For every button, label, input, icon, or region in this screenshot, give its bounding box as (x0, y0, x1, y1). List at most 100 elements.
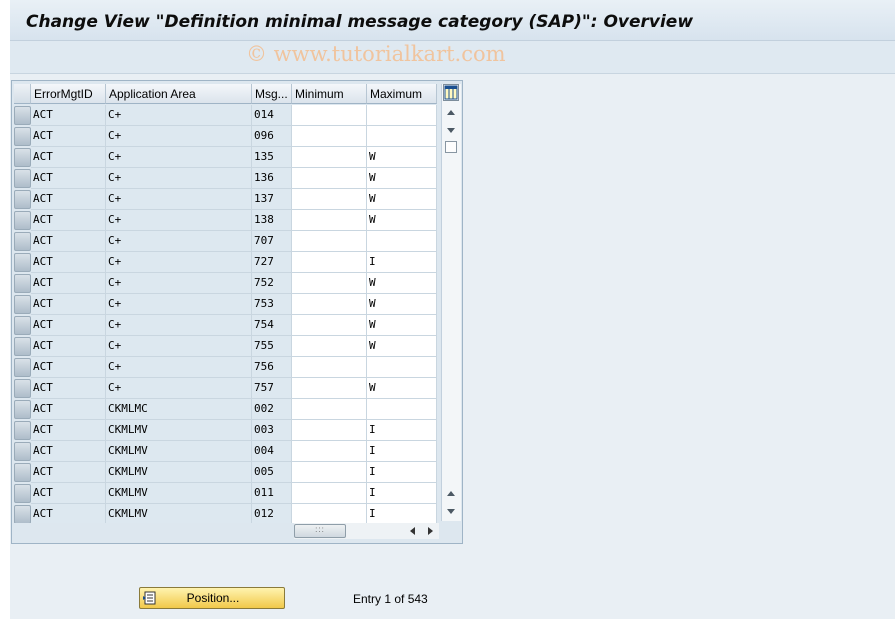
table-row: ACT C+ 138 W (14, 210, 437, 231)
cell-msg: 753 (252, 294, 292, 315)
column-header-minimum[interactable]: Minimum (292, 84, 367, 104)
cell-errormgtid: ACT (31, 357, 106, 378)
scroll-page-up-icon[interactable] (447, 110, 455, 115)
cell-errormgtid: ACT (31, 378, 106, 399)
row-select-button[interactable] (14, 442, 31, 461)
cell-minimum[interactable] (292, 483, 367, 504)
cell-application-area: C+ (106, 336, 252, 357)
scroll-up-icon[interactable] (447, 491, 455, 496)
application-toolbar: © www.tutorialkart.com (10, 41, 895, 74)
row-select-button[interactable] (14, 106, 31, 125)
row-select-button[interactable] (14, 463, 31, 482)
row-select-button[interactable] (14, 505, 31, 523)
table-row: ACT C+ 756 (14, 357, 437, 378)
cell-maximum[interactable]: W (367, 273, 437, 294)
cell-minimum[interactable] (292, 147, 367, 168)
cell-maximum[interactable]: I (367, 252, 437, 273)
row-select-button[interactable] (14, 190, 31, 209)
row-select-button[interactable] (14, 316, 31, 335)
cell-application-area: CKMLMV (106, 483, 252, 504)
cell-maximum[interactable] (367, 231, 437, 252)
row-select-button[interactable] (14, 379, 31, 398)
scroll-left-icon[interactable] (410, 527, 415, 535)
cell-minimum[interactable] (292, 504, 367, 523)
row-select-button[interactable] (14, 484, 31, 503)
horizontal-scrollbar[interactable]: ::: (294, 523, 439, 539)
row-select-button[interactable] (14, 127, 31, 146)
horizontal-scroll-thumb[interactable]: ::: (294, 524, 346, 538)
row-select-button[interactable] (14, 421, 31, 440)
row-select-button[interactable] (14, 295, 31, 314)
scroll-down-icon[interactable] (447, 509, 455, 514)
cell-maximum[interactable]: W (367, 147, 437, 168)
cell-minimum[interactable] (292, 441, 367, 462)
cell-minimum[interactable] (292, 378, 367, 399)
cell-msg: 754 (252, 315, 292, 336)
row-select-button[interactable] (14, 211, 31, 230)
select-all-corner[interactable] (14, 84, 31, 104)
row-select-button[interactable] (14, 400, 31, 419)
column-header-maximum[interactable]: Maximum (367, 84, 437, 104)
cell-maximum[interactable]: I (367, 483, 437, 504)
cell-maximum[interactable]: W (367, 294, 437, 315)
cell-minimum[interactable] (292, 210, 367, 231)
cell-application-area: C+ (106, 273, 252, 294)
cell-maximum[interactable] (367, 126, 437, 147)
cell-minimum[interactable] (292, 126, 367, 147)
cell-msg: 757 (252, 378, 292, 399)
cell-errormgtid: ACT (31, 315, 106, 336)
cell-errormgtid: ACT (31, 336, 106, 357)
table-row: ACT C+ 754 W (14, 315, 437, 336)
title-bar: Change View "Definition minimal message … (10, 0, 895, 41)
cell-minimum[interactable] (292, 399, 367, 420)
scroll-page-down-icon[interactable] (447, 128, 455, 133)
cell-maximum[interactable]: I (367, 462, 437, 483)
column-header-application-area[interactable]: Application Area (106, 84, 252, 104)
cell-application-area: CKMLMV (106, 420, 252, 441)
row-select-button[interactable] (14, 337, 31, 356)
cell-maximum[interactable]: I (367, 420, 437, 441)
column-header-msg[interactable]: Msg... (252, 84, 292, 104)
row-select-button[interactable] (14, 274, 31, 293)
cell-maximum[interactable]: W (367, 189, 437, 210)
cell-minimum[interactable] (292, 252, 367, 273)
cell-minimum[interactable] (292, 336, 367, 357)
cell-maximum[interactable] (367, 399, 437, 420)
cell-minimum[interactable] (292, 273, 367, 294)
cell-minimum[interactable] (292, 189, 367, 210)
position-button[interactable]: Position... (139, 587, 285, 609)
cell-maximum[interactable]: W (367, 315, 437, 336)
cell-maximum[interactable] (367, 357, 437, 378)
cell-minimum[interactable] (292, 420, 367, 441)
column-header-errormgtid[interactable]: ErrorMgtID (31, 84, 106, 104)
cell-maximum[interactable]: I (367, 504, 437, 523)
vertical-scroll-thumb[interactable] (445, 141, 457, 153)
cell-maximum[interactable] (367, 105, 437, 126)
row-select-button[interactable] (14, 148, 31, 167)
cell-maximum[interactable]: I (367, 441, 437, 462)
cell-minimum[interactable] (292, 357, 367, 378)
cell-application-area: C+ (106, 378, 252, 399)
row-select-button[interactable] (14, 358, 31, 377)
row-select-button[interactable] (14, 169, 31, 188)
cell-msg: 005 (252, 462, 292, 483)
cell-maximum[interactable]: W (367, 210, 437, 231)
cell-errormgtid: ACT (31, 294, 106, 315)
cell-minimum[interactable] (292, 294, 367, 315)
cell-application-area: C+ (106, 252, 252, 273)
cell-minimum[interactable] (292, 231, 367, 252)
table-settings-icon[interactable] (443, 84, 459, 101)
cell-minimum[interactable] (292, 462, 367, 483)
cell-minimum[interactable] (292, 168, 367, 189)
cell-maximum[interactable]: W (367, 378, 437, 399)
cell-maximum[interactable]: W (367, 336, 437, 357)
table-row: ACT CKMLMV 011 I (14, 483, 437, 504)
cell-minimum[interactable] (292, 315, 367, 336)
cell-maximum[interactable]: W (367, 168, 437, 189)
row-select-button[interactable] (14, 253, 31, 272)
row-select-button[interactable] (14, 232, 31, 251)
table-row: ACT C+ 135 W (14, 147, 437, 168)
position-button-label: Position... (186, 591, 240, 605)
scroll-right-icon[interactable] (428, 527, 433, 535)
cell-minimum[interactable] (292, 105, 367, 126)
